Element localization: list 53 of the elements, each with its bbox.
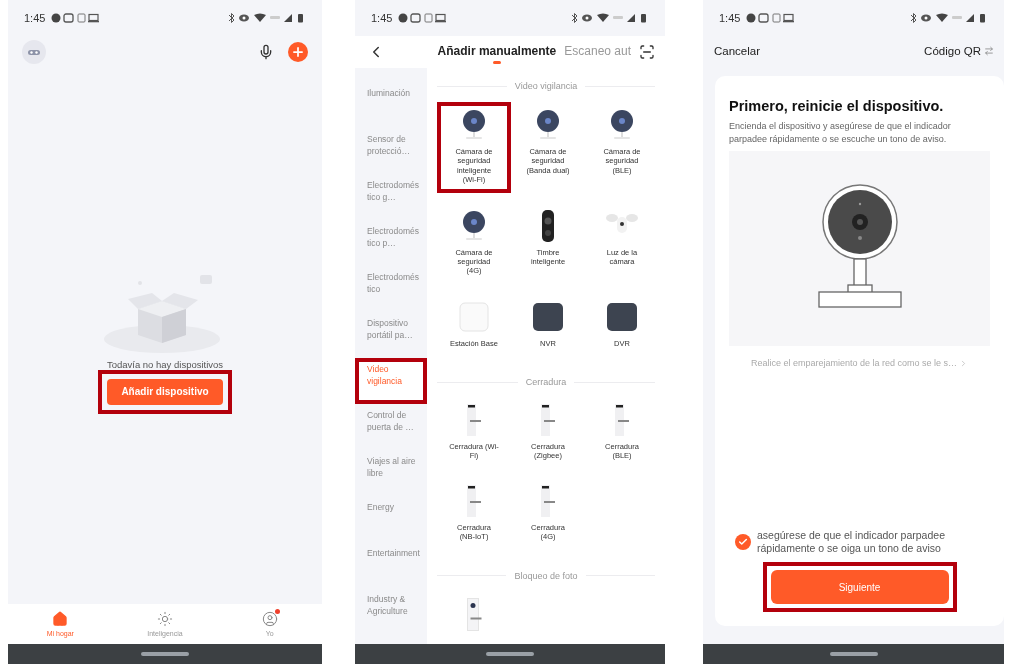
status-time: 1:45 (24, 12, 46, 24)
door-lock-icon (466, 484, 482, 518)
confirm-text: asegúrese de que el indicador parpadee rápidamente o se oiga un tono de aviso (757, 528, 946, 556)
notification-icons-drawing (746, 13, 795, 23)
qr-code-link[interactable]: Código QR (924, 45, 994, 57)
category-item[interactable]: Entertainment (359, 546, 423, 584)
status-time: 1:45 (371, 12, 393, 24)
confirm-checkbox[interactable] (735, 534, 751, 551)
check-icon (738, 537, 748, 548)
user-icon (261, 611, 278, 627)
section-title: Cerradura (525, 377, 567, 387)
door-lock-icon (540, 404, 556, 437)
category-item[interactable]: Electrodoméstico g… (359, 178, 423, 216)
scan-icon (639, 44, 655, 60)
scan-button[interactable] (639, 44, 655, 60)
status-time: 1:45 (719, 12, 741, 24)
category-item[interactable]: Dispositivo portátil pa… (359, 316, 423, 354)
help-link[interactable]: Realice el emparejamiento de la red como se le s… (729, 358, 990, 369)
microphone-button[interactable] (258, 44, 274, 60)
home-indicator (486, 652, 534, 656)
door-lock-icon (540, 484, 556, 518)
header-tab[interactable]: Escaneo aut (564, 40, 631, 64)
category-item[interactable]: Control de puerta de … (359, 408, 423, 446)
sun-icon (157, 611, 173, 627)
home-icon (52, 611, 69, 627)
door-lock-icon (466, 404, 482, 437)
plus-icon (291, 45, 305, 59)
add-device-button[interactable]: Añadir dispositivo (107, 378, 223, 405)
header-tab[interactable]: Añadir manualmente (437, 40, 557, 64)
empty-state-text: Todavía no hay dispositivos (106, 358, 224, 370)
category-item[interactable]: Iluminación (359, 86, 423, 124)
swap-icon (984, 46, 994, 56)
category-item[interactable]: Industry & Agriculture (359, 592, 423, 630)
step-description: Encienda el dispositivo y asegúrese de que el indicador parpadee rápidamente o se escuche un tono de aviso. (729, 120, 952, 146)
category-item[interactable]: Viajes al aire libre (359, 454, 423, 492)
category-item[interactable]: Electrodoméstico p… (359, 224, 423, 262)
home-indicator (141, 652, 189, 656)
door-lock-icon (466, 597, 482, 631)
avatar-icon[interactable] (22, 40, 46, 64)
category-item[interactable]: Energy (359, 500, 423, 538)
section-title: Video vigilancia (514, 81, 578, 91)
notification-icons-drawing (398, 13, 447, 23)
door-lock-icon (614, 404, 630, 437)
cancel-link[interactable]: Cancelar (714, 45, 761, 57)
home-indicator (829, 652, 878, 656)
category-item[interactable]: Video vigilancia (359, 362, 423, 400)
category-item[interactable]: Sensor de protecció… (359, 132, 423, 170)
next-button[interactable]: Siguiente (770, 570, 949, 604)
category-item[interactable]: Electrodoméstico (359, 270, 423, 308)
add-button[interactable] (288, 42, 308, 62)
section-title: Bloqueo de foto (514, 570, 578, 581)
step-title: Primero, reinicie el dispositivo. (729, 98, 945, 114)
notification-icons-drawing (51, 13, 100, 23)
